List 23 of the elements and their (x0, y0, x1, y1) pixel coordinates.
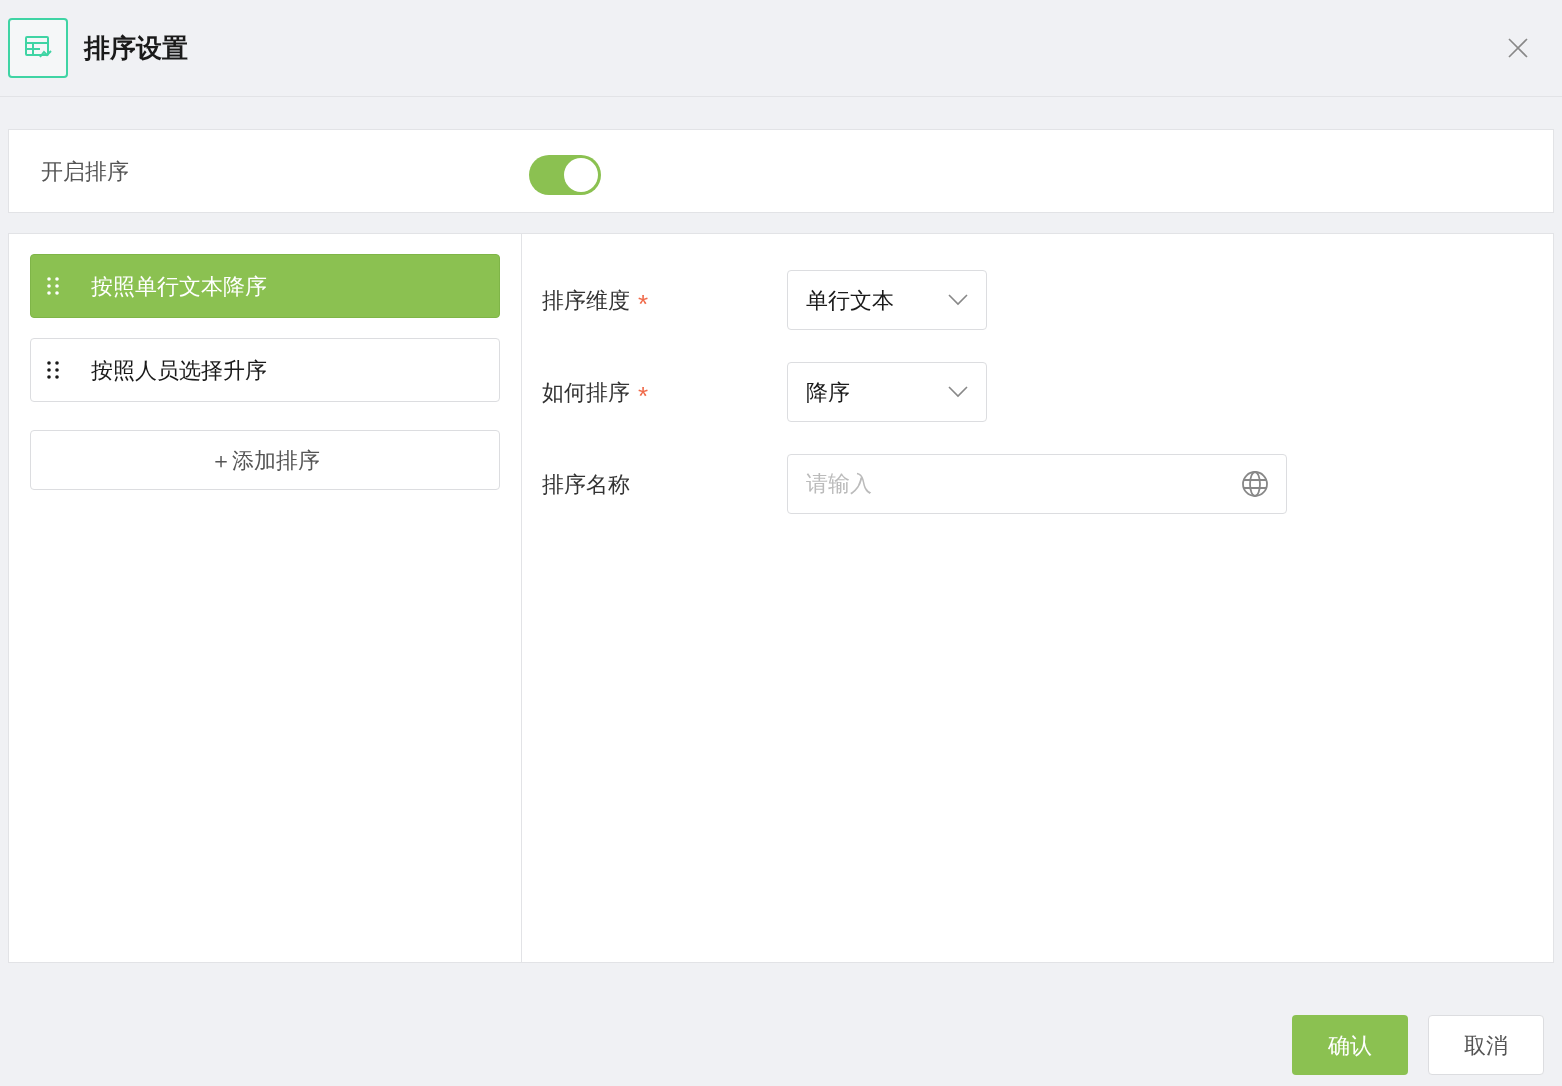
form-label: 排序名称 (542, 470, 630, 499)
name-input-field[interactable]: 请输入 (787, 454, 1287, 514)
sort-rule-item[interactable]: 按照人员选择升序 (30, 338, 500, 402)
dialog-title: 排序设置 (84, 31, 188, 65)
chevron-down-icon (948, 386, 968, 398)
enable-sort-label: 开启排序 (41, 157, 130, 186)
drag-handle-icon[interactable] (47, 360, 59, 380)
sort-rule-label: 按照单行文本降序 (91, 272, 267, 301)
chevron-down-icon (948, 294, 968, 306)
add-sort-button[interactable]: ＋添加排序 (30, 430, 500, 490)
select-field[interactable]: 降序 (787, 362, 987, 422)
drag-handle-icon[interactable] (47, 276, 59, 296)
table-chart-icon (8, 18, 68, 78)
form-label: 排序维度 (542, 286, 630, 315)
required-mark: * (638, 291, 649, 317)
globe-icon[interactable] (1241, 470, 1269, 498)
select-field[interactable]: 单行文本 (787, 270, 987, 330)
cancel-button[interactable]: 取消 (1428, 1015, 1544, 1075)
sort-rule-label: 按照人员选择升序 (91, 356, 267, 385)
toggle-switch[interactable] (529, 155, 601, 195)
close-icon[interactable] (1506, 36, 1530, 60)
required-mark: * (638, 383, 649, 409)
form-label: 如何排序 (542, 378, 630, 407)
